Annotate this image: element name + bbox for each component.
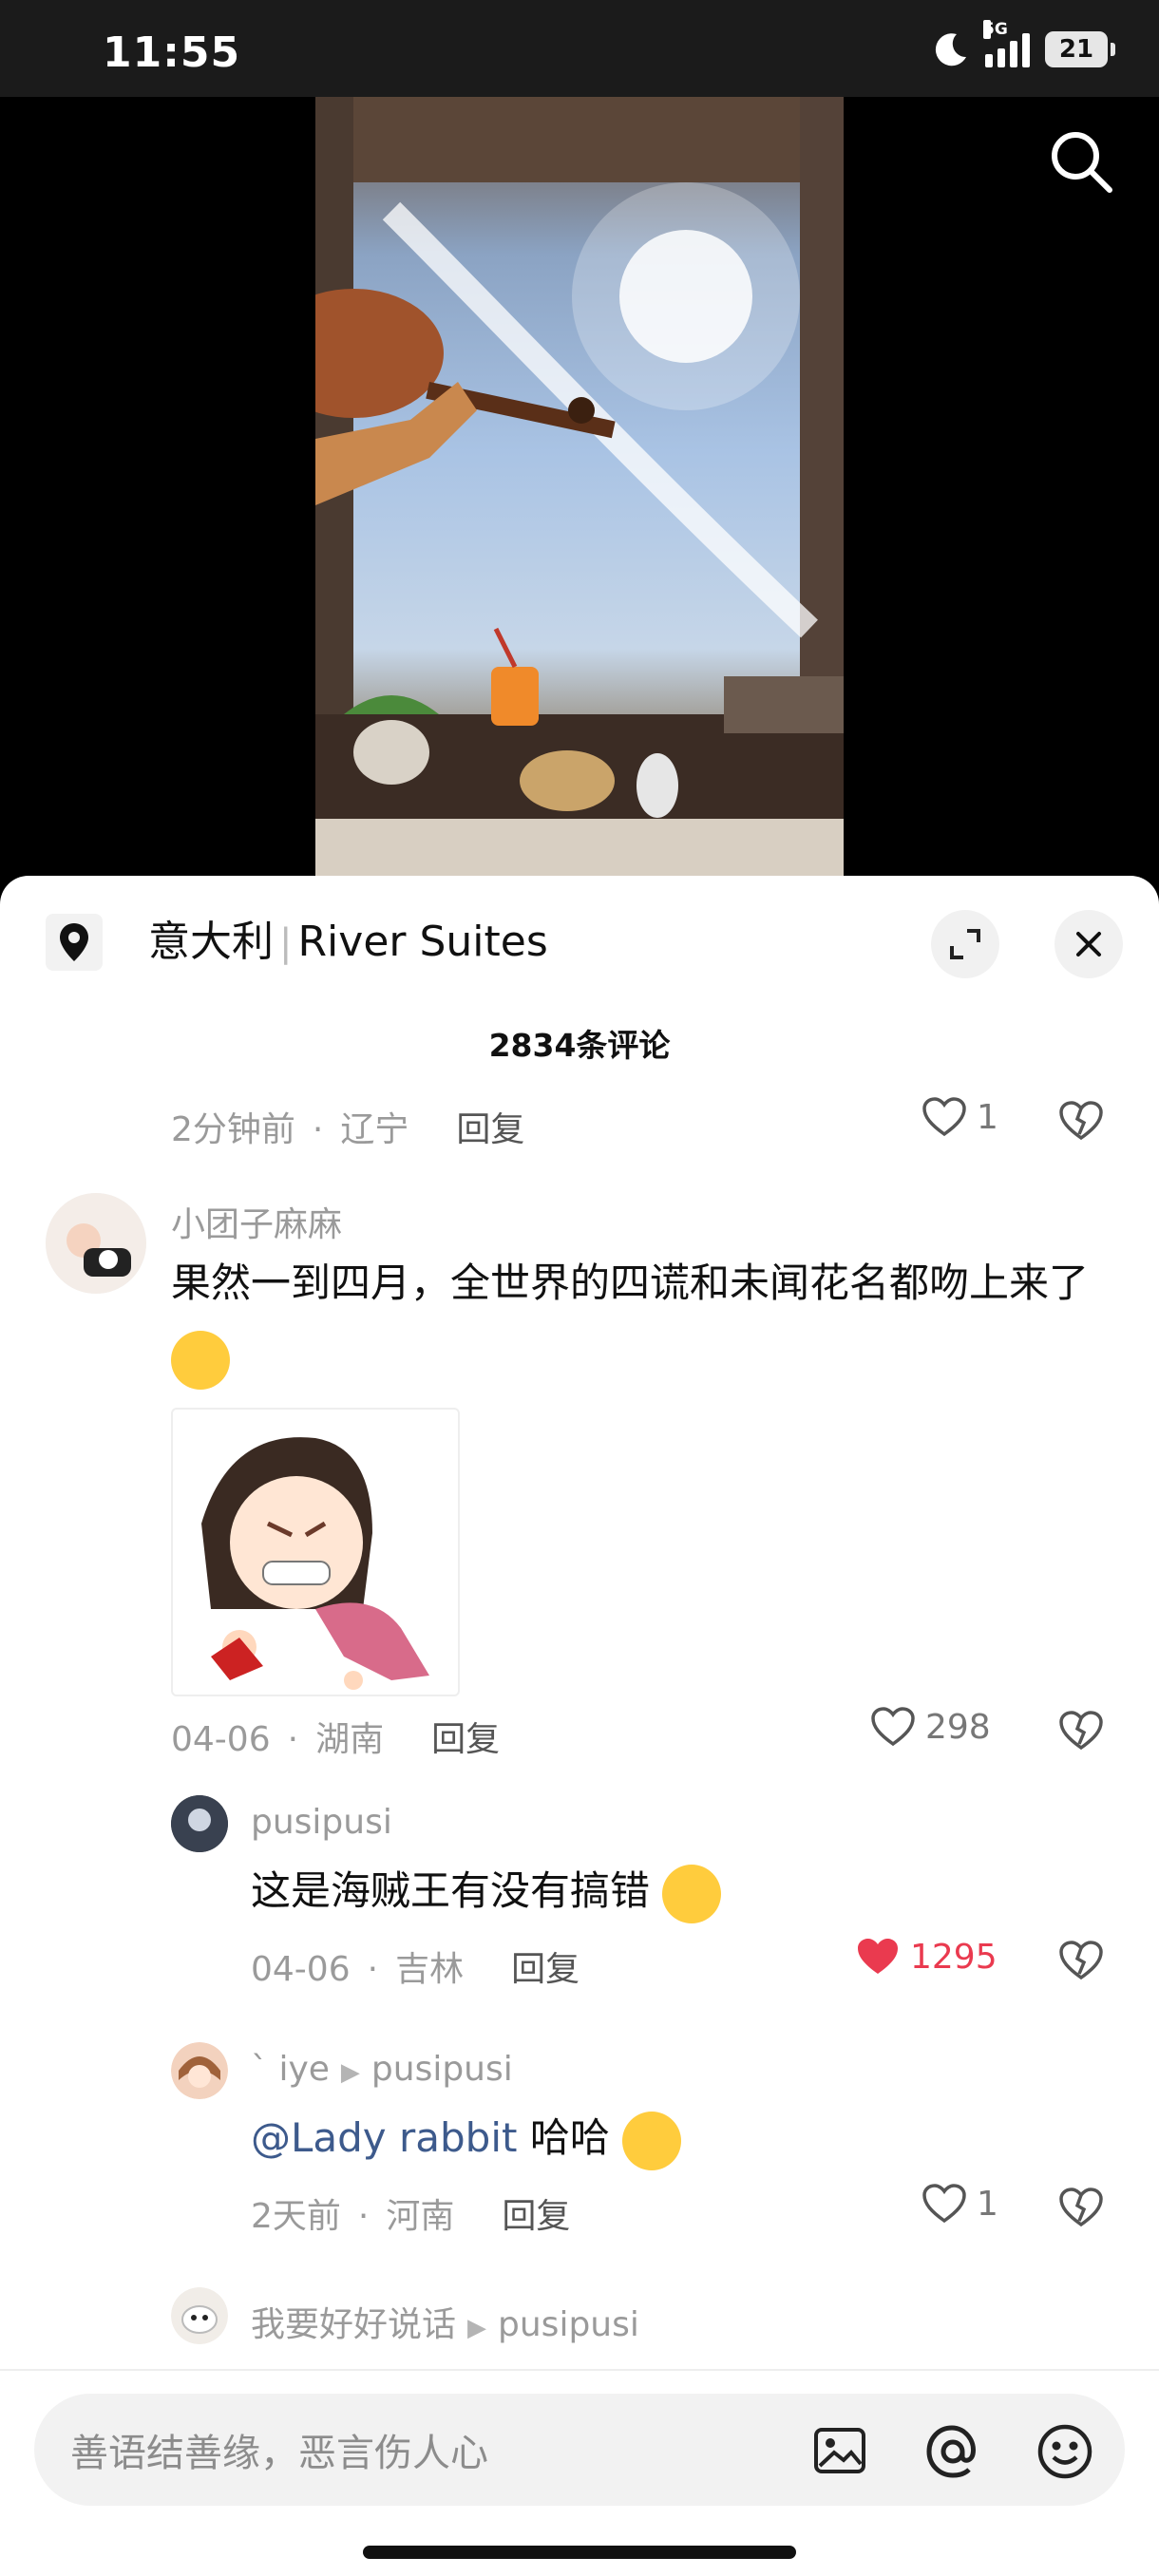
at-icon[interactable] (923, 2422, 982, 2481)
comment-username[interactable]: 小团子麻麻 (171, 1197, 342, 1246)
avatar[interactable] (46, 1193, 146, 1294)
reply-username[interactable]: pusipusi (251, 1803, 392, 1842)
home-indicator[interactable] (363, 2546, 796, 2559)
heart-icon (922, 2184, 966, 2224)
reply-text: 这是海贼王有没有搞错 (251, 1854, 722, 1928)
mention-link[interactable]: @Lady rabbit (251, 2114, 517, 2161)
avatar[interactable] (171, 2042, 228, 2099)
dislike-icon[interactable] (1058, 1710, 1104, 1752)
search-icon[interactable] (1045, 125, 1117, 198)
reply-button[interactable]: 回复 (431, 1720, 500, 1759)
reply-to-arrow-icon: ▶ (467, 2314, 487, 2342)
comments-count: 2834条评论 (488, 1027, 671, 1064)
network-type: 5G (983, 20, 1008, 39)
like-count: 1295 (910, 1937, 998, 1977)
reply-username-line: ` iye ▶ pusipusi (251, 2050, 513, 2089)
comment-region: 湖南 (315, 1720, 385, 1759)
comment-input[interactable]: 善语结善缘，恶言伤人心 (34, 2394, 1125, 2506)
reply-time: 04-06 (251, 1950, 351, 1989)
like-count: 298 (925, 1707, 991, 1747)
comment-meta-prev: 2分钟前 · 辽宁 回复 (171, 1110, 525, 1149)
location-place: River Suites (297, 918, 548, 966)
reply-text-content: 这是海贼王有没有搞错 (251, 1867, 651, 1914)
comment-meta: 04-06 · 湖南 回复 (171, 1720, 501, 1759)
signal-icon: 5G (983, 20, 1030, 67)
pleading-emoji-icon (622, 2111, 682, 2170)
comment-text-content: 果然一到四月，全世界的四谎和未闻花名都吻上来了 (171, 1260, 1090, 1306)
reply-to-username[interactable]: pusipusi (498, 2305, 639, 2344)
reply-region: 吉林 (395, 1950, 465, 1989)
divider (0, 2369, 1159, 2371)
comment-input-bar: 善语结善缘，恶言伤人心 (0, 2369, 1159, 2576)
comment-time: 2分钟前 (171, 1110, 295, 1149)
heart-icon (922, 1097, 966, 1137)
heart-icon (871, 1707, 915, 1747)
reply-to-username[interactable]: pusipusi (371, 2050, 513, 2089)
reply-text: @Lady rabbit 哈哈 (251, 2101, 682, 2175)
reply-meta: 04-06 · 吉林 回复 (251, 1950, 580, 1989)
sticker-image[interactable] (171, 1408, 460, 1696)
comment-region: 辽宁 (340, 1110, 409, 1149)
status-icons: 5G 21 (932, 20, 1115, 70)
expand-button[interactable] (931, 910, 999, 978)
dislike-icon[interactable] (1058, 2187, 1104, 2228)
comment-time: 04-06 (171, 1720, 271, 1759)
like-count: 1 (977, 2184, 998, 2224)
crying-emoji-icon (171, 1330, 230, 1390)
video-player[interactable] (0, 97, 1159, 885)
dislike-icon[interactable] (1058, 1940, 1104, 1981)
like-button[interactable]: 298 (870, 1706, 991, 1748)
close-button[interactable] (1054, 910, 1123, 978)
reply-button[interactable]: 回复 (511, 1950, 580, 1989)
battery-level: 21 (1058, 35, 1094, 64)
comment-sheet: 意大利 | River Suites 2834条评论 2分钟前 · 辽宁 回复 1 小团子… (0, 876, 1159, 2576)
comment-input-placeholder: 善语结善缘，恶言伤人心 (70, 2432, 488, 2475)
crying-girl-sticker-icon (201, 1437, 429, 1690)
location-country: 意大利 (148, 918, 274, 966)
dislike-icon[interactable] (1058, 1100, 1104, 1142)
reply-button[interactable]: 回复 (502, 2197, 570, 2236)
do-not-disturb-moon-icon (935, 33, 966, 66)
status-time: 11:55 (103, 28, 241, 77)
like-count: 1 (977, 1097, 998, 1137)
avatar[interactable] (171, 1795, 228, 1852)
status-bar: 11:55 5G 21 (0, 0, 1159, 97)
video-scene-illustration (315, 97, 844, 885)
reply-text-content: 哈哈 (517, 2114, 610, 2161)
like-button[interactable]: 1 (922, 2183, 998, 2225)
location-pin-icon[interactable] (46, 914, 103, 971)
avatar[interactable] (171, 2287, 228, 2344)
video-frame[interactable] (315, 97, 844, 885)
reply-username[interactable]: ` iye (251, 2050, 330, 2089)
laughing-emoji-icon (662, 1864, 722, 1923)
emoji-icon[interactable] (1036, 2422, 1094, 2481)
location-label[interactable]: 意大利 | River Suites (148, 914, 548, 972)
heart-filled-icon (858, 1939, 898, 1974)
reply-time: 2天前 (251, 2197, 341, 2236)
reply-username[interactable]: 我要好好说话 (251, 2305, 456, 2344)
like-button-liked[interactable]: 1295 (855, 1936, 998, 1978)
battery-icon: 21 (1045, 31, 1115, 67)
expand-icon (950, 929, 980, 959)
comment-text: 果然一到四月，全世界的四谎和未闻花名都吻上来了 (171, 1246, 1112, 1394)
reply-username-line: 我要好好说话 ▶ pusipusi (251, 2297, 639, 2346)
reply-to-arrow-icon: ▶ (340, 2058, 360, 2087)
image-icon[interactable] (811, 2422, 868, 2479)
reply-meta: 2天前 · 河南 回复 (251, 2197, 571, 2236)
like-button[interactable]: 1 (922, 1096, 998, 1138)
close-icon (1076, 932, 1101, 957)
reply-button[interactable]: 回复 (456, 1110, 524, 1149)
reply-region: 河南 (386, 2197, 455, 2236)
